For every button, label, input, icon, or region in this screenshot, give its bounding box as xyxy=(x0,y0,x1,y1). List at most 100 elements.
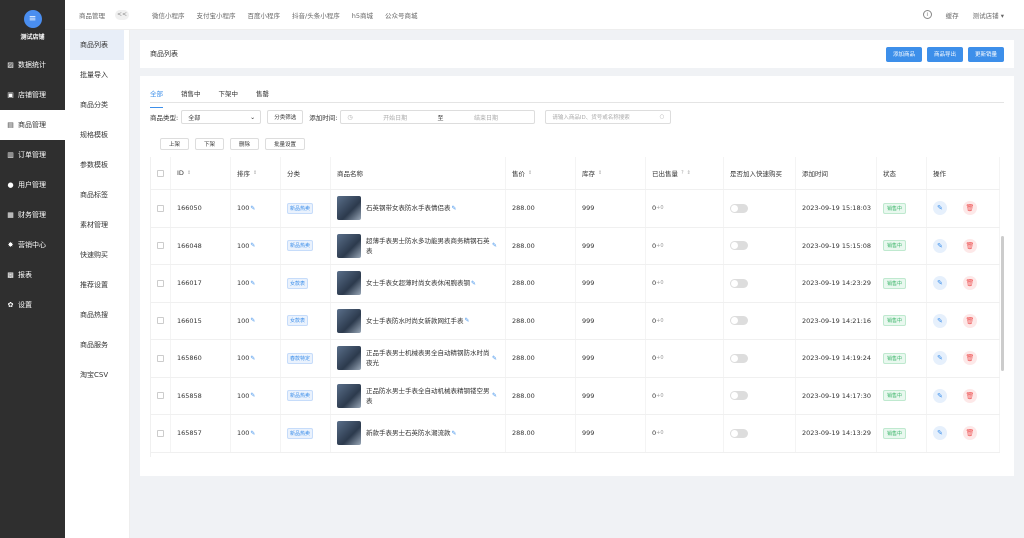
edit-icon[interactable]: ✎ xyxy=(933,351,947,366)
edit-name-icon[interactable]: ✎ xyxy=(471,280,476,287)
edit-icon[interactable]: ✎ xyxy=(933,426,947,441)
subnav-item[interactable]: 商品热搜 xyxy=(65,300,129,330)
header-stock[interactable]: 库存 ⇕ xyxy=(576,157,646,189)
add-product-button[interactable]: 添加商品 xyxy=(885,46,922,62)
channel-tab[interactable]: h5商城 xyxy=(352,10,373,20)
edit-icon[interactable]: ✎ xyxy=(933,201,947,216)
subnav-item[interactable]: 素材管理 xyxy=(65,210,129,240)
header-sort[interactable]: 排序 ⇕ xyxy=(231,157,281,189)
category-filter-button[interactable]: 分类筛选 xyxy=(267,110,304,124)
product-name[interactable]: 超薄手表男士防水多功能男表商务精钢石英表 xyxy=(366,236,491,256)
product-thumbnail[interactable] xyxy=(337,196,361,221)
header-sold[interactable]: 已出售量? ⇕ xyxy=(646,157,724,189)
subnav-item[interactable]: 商品列表 xyxy=(70,30,124,60)
edit-name-icon[interactable]: ✎ xyxy=(492,242,497,249)
subnav-item[interactable]: 商品服务 xyxy=(65,330,129,360)
end-date-input[interactable]: 结束日期 xyxy=(444,113,529,122)
row-checkbox[interactable] xyxy=(157,279,164,287)
bulk-action-button[interactable]: 下架 xyxy=(195,138,225,150)
quick-buy-toggle[interactable] xyxy=(730,203,748,213)
nav-item-chart[interactable]: ▨ 数据统计 xyxy=(0,50,65,80)
search-icon[interactable]: ○ xyxy=(660,114,665,120)
delete-icon[interactable]: 🗑 xyxy=(963,388,977,403)
quick-buy-toggle[interactable] xyxy=(730,278,748,288)
subnav-item[interactable]: 批量导入 xyxy=(65,60,129,90)
subnav-item[interactable]: 商品分类 xyxy=(65,90,129,120)
delete-icon[interactable]: 🗑 xyxy=(963,238,977,253)
subnav-item[interactable]: 规格模板 xyxy=(65,120,129,150)
nav-item-store[interactable]: ▣ 店铺管理 xyxy=(0,80,65,110)
status-tab[interactable]: 全部 xyxy=(150,88,163,108)
edit-sort-icon[interactable]: ✎ xyxy=(250,392,255,399)
edit-icon[interactable]: ✎ xyxy=(933,276,947,291)
store-switcher[interactable]: 测试店铺 ▾ xyxy=(973,10,1004,20)
delete-icon[interactable]: 🗑 xyxy=(963,313,977,328)
delete-icon[interactable]: 🗑 xyxy=(963,426,977,441)
header-id[interactable]: ID ⇕ xyxy=(171,157,231,189)
edit-sort-icon[interactable]: ✎ xyxy=(250,355,255,362)
quick-buy-toggle[interactable] xyxy=(730,428,748,438)
help-icon[interactable]: ? xyxy=(681,170,684,176)
edit-sort-icon[interactable]: ✎ xyxy=(250,280,255,287)
edit-name-icon[interactable]: ✎ xyxy=(465,317,470,324)
status-tab[interactable]: 下架中 xyxy=(219,88,239,102)
product-thumbnail[interactable] xyxy=(337,233,361,258)
select-all-checkbox[interactable] xyxy=(157,169,164,177)
subnav-item[interactable]: 快速购买 xyxy=(65,240,129,270)
edit-name-icon[interactable]: ✎ xyxy=(492,355,497,362)
subnav-item[interactable]: 参数模板 xyxy=(65,150,129,180)
row-checkbox[interactable] xyxy=(157,392,164,400)
edit-sort-icon[interactable]: ✎ xyxy=(250,430,255,437)
channel-tab[interactable]: 公众号商城 xyxy=(385,10,418,20)
delete-icon[interactable]: 🗑 xyxy=(963,351,977,366)
bulk-action-button[interactable]: 删除 xyxy=(230,138,260,150)
nav-item-finance[interactable]: ▦ 财务管理 xyxy=(0,200,65,230)
quick-buy-toggle[interactable] xyxy=(730,316,748,326)
row-checkbox[interactable] xyxy=(157,429,164,437)
channel-tab[interactable]: 抖音/头条小程序 xyxy=(292,10,340,20)
product-thumbnail[interactable] xyxy=(337,308,361,333)
edit-sort-icon[interactable]: ✎ xyxy=(250,242,255,249)
product-name[interactable]: 女士手表防水时尚女新款网红手表 xyxy=(366,316,464,326)
search-input[interactable]: 请输入商品ID、货号或名称搜索 ○ xyxy=(545,110,672,124)
nav-item-settings[interactable]: ✿ 设置 xyxy=(0,290,65,320)
date-range-picker[interactable]: ◷ 开始日期 至 结束日期 xyxy=(340,110,536,124)
product-name[interactable]: 石英钢带女表防水手表情侣表 xyxy=(366,203,451,213)
status-tab[interactable]: 售罄 xyxy=(256,88,269,102)
product-name[interactable]: 新款手表男士石英防水潮流款 xyxy=(366,428,451,438)
row-checkbox[interactable] xyxy=(157,242,164,250)
product-thumbnail[interactable] xyxy=(337,383,361,408)
store-logo-icon[interactable]: ≡ xyxy=(23,9,42,28)
nav-item-goods[interactable]: ▤ 商品管理 xyxy=(0,110,65,140)
info-icon[interactable]: i xyxy=(922,10,932,19)
channel-tab[interactable]: 微信小程序 xyxy=(152,10,185,20)
quick-buy-toggle[interactable] xyxy=(730,391,748,401)
delete-icon[interactable]: 🗑 xyxy=(963,276,977,291)
table-scrollbar[interactable] xyxy=(1001,236,1004,371)
product-thumbnail[interactable] xyxy=(337,271,361,296)
channel-tab[interactable]: 支付宝小程序 xyxy=(197,10,236,20)
row-checkbox[interactable] xyxy=(157,317,164,325)
row-checkbox[interactable] xyxy=(157,204,164,212)
collapse-sidebar-button[interactable]: << xyxy=(115,9,129,20)
quick-buy-toggle[interactable] xyxy=(730,353,748,363)
nav-item-order[interactable]: ▥ 订单管理 xyxy=(0,140,65,170)
edit-icon[interactable]: ✎ xyxy=(933,388,947,403)
edit-name-icon[interactable]: ✎ xyxy=(492,392,497,399)
nav-item-report[interactable]: ▩ 报表 xyxy=(0,260,65,290)
export-products-button[interactable]: 商品导出 xyxy=(926,46,963,62)
product-name[interactable]: 女士手表女超薄时尚女表休闲腕表钢 xyxy=(366,278,470,288)
edit-icon[interactable]: ✎ xyxy=(933,313,947,328)
subnav-item[interactable]: 推荐设置 xyxy=(65,270,129,300)
product-thumbnail[interactable] xyxy=(337,346,361,371)
product-type-select[interactable]: 全部 ⌄ xyxy=(181,110,262,124)
product-name[interactable]: 正品防水男士手表全自动机械表精钢镂空男表 xyxy=(366,386,491,406)
row-checkbox[interactable] xyxy=(157,354,164,362)
subnav-item[interactable]: 淘宝CSV xyxy=(65,360,129,390)
nav-item-marketing[interactable]: ✸ 营销中心 xyxy=(0,230,65,260)
edit-sort-icon[interactable]: ✎ xyxy=(250,205,255,212)
cache-button[interactable]: 缓存 xyxy=(946,10,959,20)
bulk-action-button[interactable]: 批量设置 xyxy=(265,138,306,150)
edit-sort-icon[interactable]: ✎ xyxy=(250,317,255,324)
update-sales-button[interactable]: 更新销量 xyxy=(967,46,1004,62)
